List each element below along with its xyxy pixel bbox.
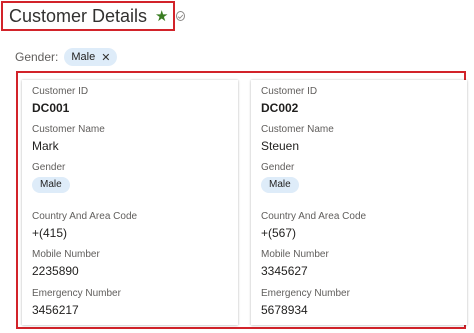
field-label: Customer ID	[32, 86, 89, 97]
field-label: Country And Area Code	[261, 211, 367, 222]
field-label: Emergency Number	[261, 288, 350, 299]
customer-cards-container: Customer ID DC001 Customer Name Mark Gen…	[16, 71, 467, 329]
gender-field: Gender Male	[32, 162, 70, 193]
field-label: Mobile Number	[261, 249, 329, 260]
mobile-number-value: 3345627	[261, 264, 308, 278]
customer-name-value: Steuen	[261, 139, 300, 153]
customer-name-field: Customer Name Steuen	[261, 124, 334, 153]
country-code-field: Country And Area Code +(567)	[261, 211, 366, 240]
field-label: Country And Area Code	[32, 211, 138, 222]
emergency-number-value: 5678934	[261, 303, 308, 317]
gender-filter-chip[interactable]: Male ✕	[64, 48, 118, 66]
mobile-number-field: Mobile Number 2235890	[32, 249, 100, 278]
emergency-number-field: Emergency Number 3456217	[32, 288, 121, 317]
field-label: Mobile Number	[32, 249, 100, 260]
gender-filter: Gender: Male ✕	[15, 48, 118, 66]
filter-label: Gender:	[15, 50, 59, 64]
country-code-field: Country And Area Code +(415)	[32, 211, 137, 240]
chip-label: Male	[71, 51, 96, 63]
close-icon[interactable]: ✕	[101, 51, 110, 64]
page-header: Customer Details ★	[1, 1, 185, 31]
field-label: Customer ID	[261, 86, 318, 97]
emergency-number-value: 3456217	[32, 303, 79, 317]
page-title: Customer Details	[9, 5, 148, 26]
gender-tag: Male	[32, 177, 70, 193]
field-label: Gender	[261, 162, 295, 173]
customer-card[interactable]: Customer ID DC001 Customer Name Mark Gen…	[22, 80, 238, 325]
country-code-value: +(415)	[32, 226, 68, 240]
mobile-number-field: Mobile Number 3345627	[261, 249, 329, 278]
customer-name-value: Mark	[32, 139, 59, 153]
gender-tag: Male	[261, 177, 299, 193]
field-label: Customer Name	[32, 124, 105, 135]
customer-name-field: Customer Name Mark	[32, 124, 105, 153]
field-label: Gender	[32, 162, 66, 173]
customer-card[interactable]: Customer ID DC002 Customer Name Steuen G…	[251, 80, 467, 325]
gender-field: Gender Male	[261, 162, 299, 193]
star-icon[interactable]: ★	[155, 9, 168, 24]
field-label: Customer Name	[261, 124, 334, 135]
customer-id-value: DC001	[32, 101, 70, 115]
field-label: Emergency Number	[32, 288, 121, 299]
customer-id-field: Customer ID DC001	[32, 86, 88, 115]
customer-id-field: Customer ID DC002	[261, 86, 317, 115]
check-circle-icon[interactable]	[175, 11, 185, 21]
mobile-number-value: 2235890	[32, 264, 79, 278]
country-code-value: +(567)	[261, 226, 297, 240]
customer-id-value: DC002	[261, 101, 299, 115]
emergency-number-field: Emergency Number 5678934	[261, 288, 350, 317]
